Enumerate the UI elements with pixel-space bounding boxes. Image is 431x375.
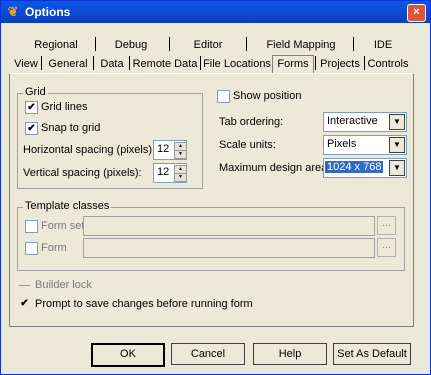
builder-lock-label: Builder lock [35,279,92,291]
scale-units-label: Scale units: [219,139,276,151]
tab-divider [93,56,94,70]
tab-divider [364,56,365,70]
tab-ordering-select[interactable]: Interactive ▼ [323,112,407,132]
grid-lines-checkbox[interactable]: ✔ [25,101,38,114]
help-button[interactable]: Help [253,343,327,365]
vertical-spacing-label: Vertical spacing (pixels): [23,167,142,179]
tab-divider [246,37,247,51]
horizontal-spacing-value: 12 [157,143,170,155]
tab-divider [353,37,354,51]
vertical-spacing-value: 12 [157,166,170,178]
form-set-label: Form set [41,220,85,232]
snap-to-grid-checkbox[interactable]: ✔ [25,122,38,135]
tab-file-locations[interactable]: File Locations [203,56,271,72]
tab-editor[interactable]: Editor [175,37,241,53]
builder-lock-checkbox[interactable] [19,279,30,286]
tab-controls[interactable]: Controls [367,56,409,72]
max-design-area-value: 1024 x 768 [325,161,384,173]
tab-field-mapping[interactable]: Field Mapping [253,37,349,53]
prompt-save-label: Prompt to save changes before running fo… [35,298,253,310]
tab-divider [315,56,316,70]
scale-units-value: Pixels [327,138,357,150]
form-set-checkbox[interactable] [25,220,38,233]
max-design-area-label: Maximum design area: [219,162,331,174]
tab-remote-data[interactable]: Remote Data [132,56,198,72]
title-bar[interactable]: ❦ Options × [1,1,430,23]
tab-ordering-value: Interactive [327,115,378,127]
form-checkbox[interactable] [25,242,38,255]
tab-projects[interactable]: Projects [318,56,362,72]
form-set-field [83,216,375,236]
template-classes-legend: Template classes [23,200,112,212]
chevron-down-icon[interactable]: ▼ [389,114,405,130]
chevron-down-icon[interactable]: ▼ [389,137,405,153]
options-dialog: ❦ Options × Regional Debug Editor Field … [0,0,431,375]
cancel-button[interactable]: Cancel [171,343,245,365]
prompt-save-checkbox[interactable]: ✔ [19,298,30,309]
form-set-browse-button[interactable]: ... [377,216,396,235]
tab-forms[interactable]: Forms [272,55,314,74]
form-label: Form [41,242,67,254]
tab-general[interactable]: General [45,56,91,72]
tab-ordering-label: Tab ordering: [219,116,284,128]
tab-data[interactable]: Data [97,56,127,72]
tab-debug[interactable]: Debug [101,37,161,53]
spin-down-icon[interactable]: ▼ [174,173,187,182]
horizontal-spacing-label: Horizontal spacing (pixels): [23,144,156,156]
grid-lines-label: Grid lines [41,101,88,113]
app-logo-icon: ❦ [7,4,19,19]
window-title: Options [25,5,71,19]
form-field [83,238,375,258]
snap-to-grid-label: Snap to grid [41,122,101,134]
max-design-area-select[interactable]: 1024 x 768 ▼ [323,158,407,178]
show-position-label: Show position [233,90,302,102]
tab-divider [95,37,96,51]
tab-regional[interactable]: Regional [23,37,89,53]
tab-ide[interactable]: IDE [361,37,405,53]
tab-divider [129,56,130,70]
set-as-default-button[interactable]: Set As Default [333,343,411,365]
grid-legend: Grid [23,86,48,98]
spin-down-icon[interactable]: ▼ [174,150,187,159]
tab-divider [200,56,201,70]
vertical-spacing-spinner[interactable]: 12 ▲ ▼ [153,163,187,183]
form-browse-button[interactable]: ... [377,238,396,257]
chevron-down-icon[interactable]: ▼ [389,160,405,176]
close-button[interactable]: × [407,4,426,22]
horizontal-spacing-spinner[interactable]: 12 ▲ ▼ [153,140,187,160]
tab-divider [41,56,42,70]
scale-units-select[interactable]: Pixels ▼ [323,135,407,155]
tab-divider [169,37,170,51]
ok-button[interactable]: OK [91,343,165,367]
tab-view[interactable]: View [13,56,39,72]
show-position-checkbox[interactable] [217,90,230,103]
